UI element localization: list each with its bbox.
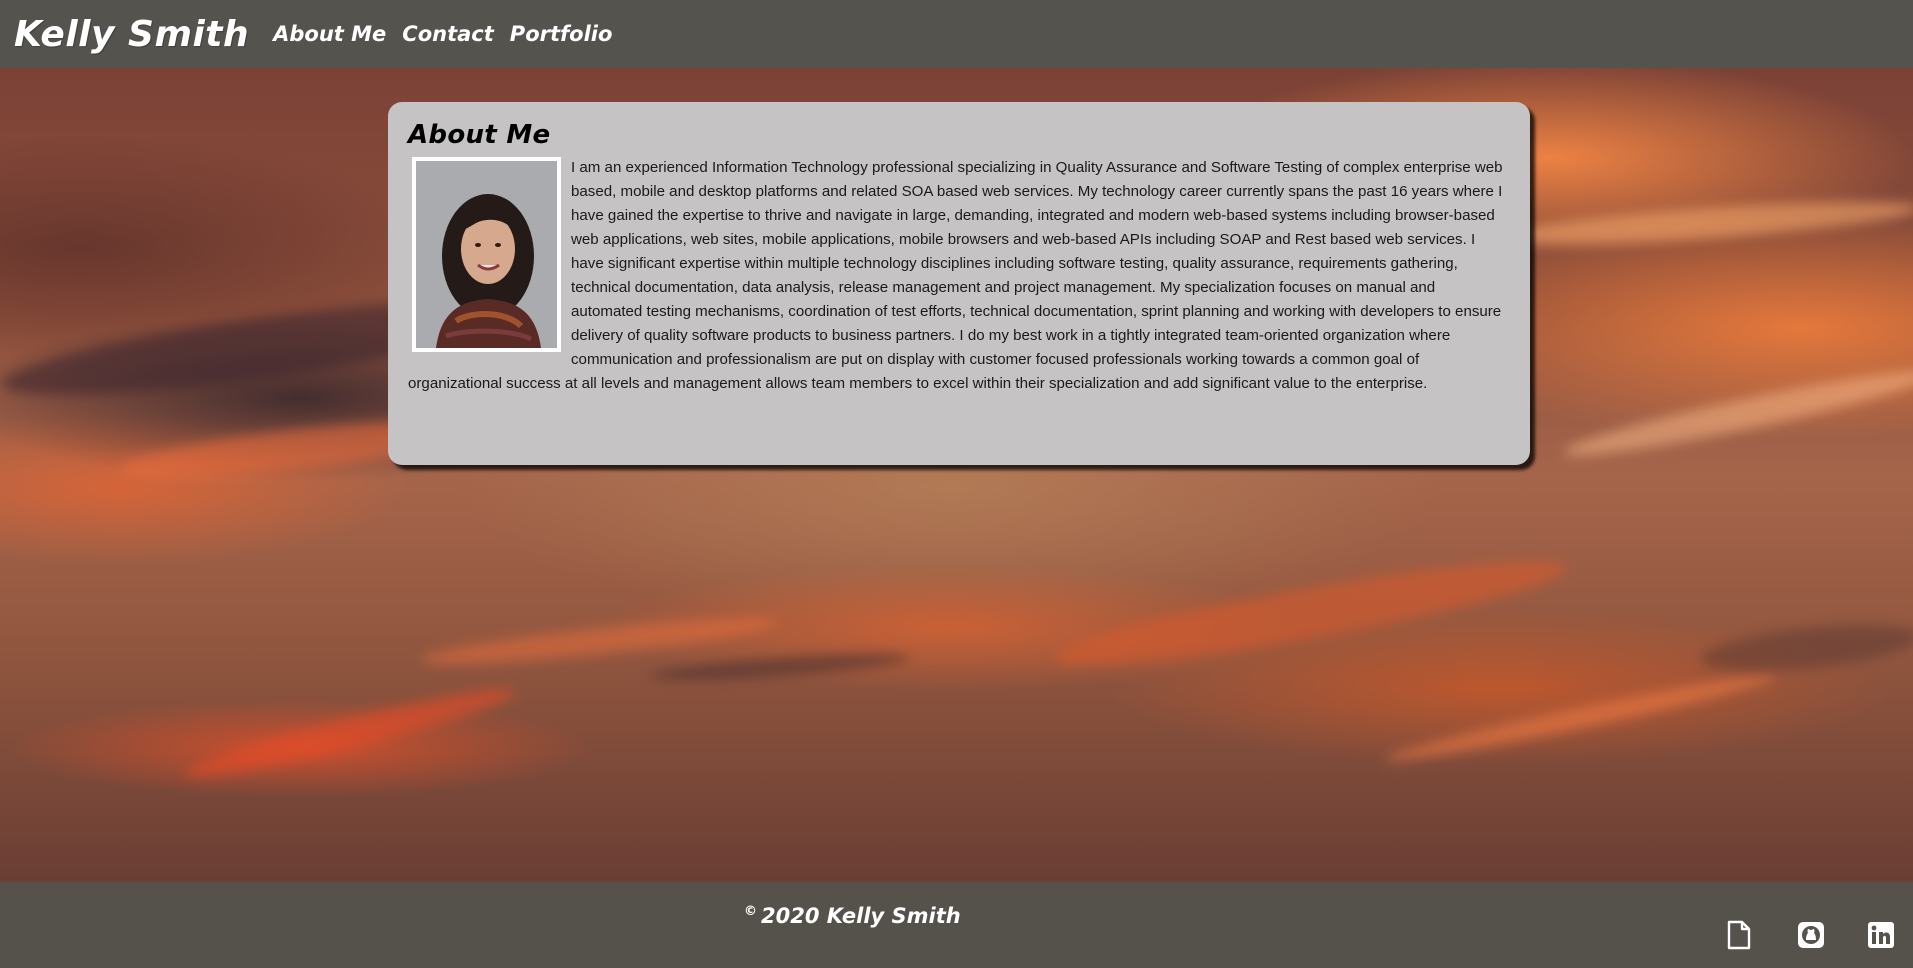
copyright-text: 2020 Kelly Smith	[761, 904, 961, 928]
resume-document-icon[interactable]	[1724, 920, 1754, 950]
about-me-heading: About Me	[408, 120, 551, 150]
site-footer: © 2020 Kelly Smith	[0, 882, 1913, 968]
linkedin-icon[interactable]	[1866, 920, 1896, 950]
site-header: Kelly Smith About Me Contact Portfolio	[0, 0, 1913, 68]
nav-portfolio[interactable]: Portfolio	[510, 22, 613, 46]
nav-contact[interactable]: Contact	[402, 22, 494, 46]
brand-logo-link[interactable]: Kelly Smith	[14, 14, 249, 55]
main-nav: About Me Contact Portfolio	[273, 22, 612, 46]
github-icon[interactable]	[1796, 920, 1826, 950]
about-me-body: I am an experienced Information Technolo…	[408, 156, 1506, 396]
copyright-notice: © 2020 Kelly Smith	[744, 904, 961, 928]
profile-photo	[412, 157, 561, 352]
about-me-bio-text: I am an experienced Information Technolo…	[408, 159, 1503, 392]
about-me-card: About Me I am an experienced Information…	[388, 102, 1530, 465]
copyright-symbol: ©	[744, 904, 757, 919]
nav-about-me[interactable]: About Me	[273, 22, 386, 46]
